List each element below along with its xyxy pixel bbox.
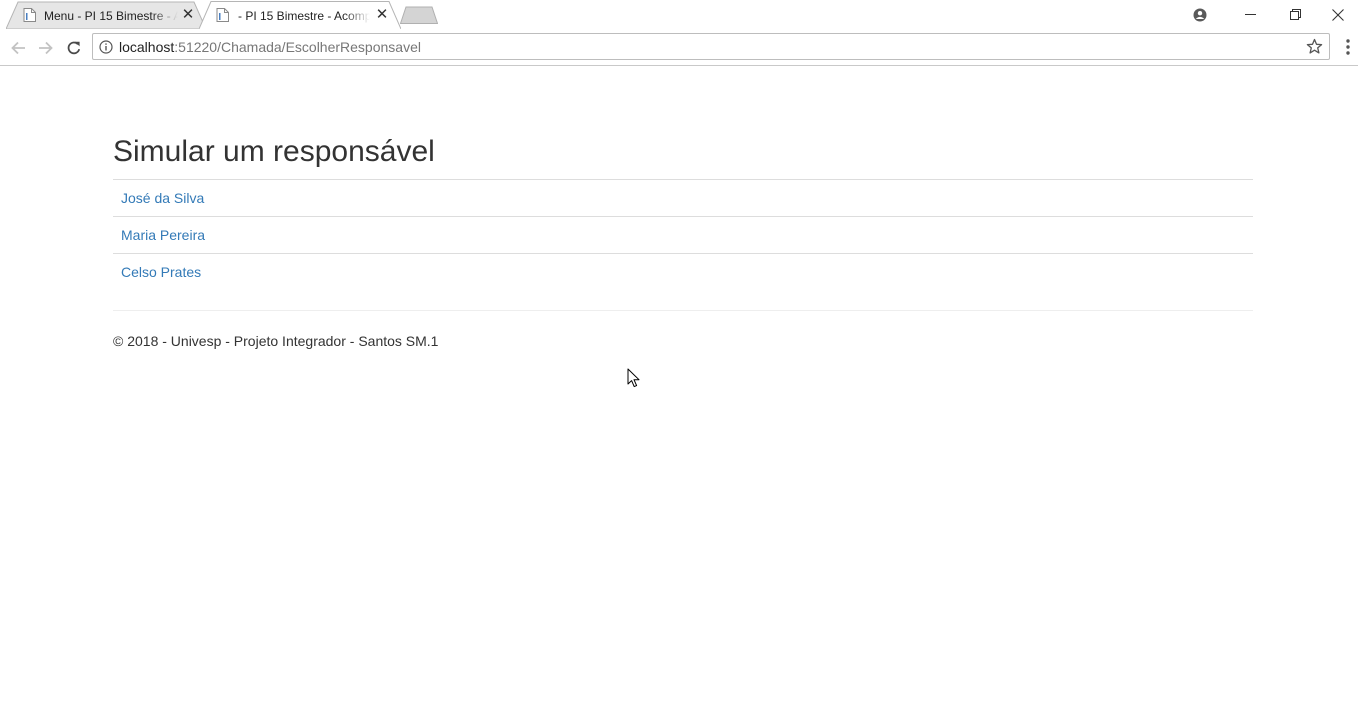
close-window-button[interactable] <box>1318 0 1358 29</box>
tab-title: - PI 15 Bimestre - Acomp <box>238 9 370 23</box>
restore-button[interactable] <box>1272 0 1318 29</box>
close-icon <box>1332 8 1344 21</box>
table-row: Maria Pereira <box>113 217 1253 254</box>
document-icon <box>216 8 229 22</box>
tab-strip: Menu - PI 15 Bimestre - A ✕ - PI 15 Bime… <box>0 0 1358 29</box>
mouse-cursor-icon <box>627 368 640 388</box>
address-bar[interactable]: localhost:51220/Chamada/EscolherResponsa… <box>92 33 1330 60</box>
page-title: Simular um responsável <box>113 135 435 168</box>
url-host: localhost <box>119 39 175 55</box>
close-icon[interactable]: ✕ <box>375 7 389 22</box>
tab-menu[interactable]: Menu - PI 15 Bimestre - A ✕ <box>6 1 206 29</box>
arrow-right-icon <box>39 41 53 55</box>
footer-text: © 2018 - Univesp - Projeto Integrador - … <box>113 333 439 349</box>
tab-acompanhamento[interactable]: - PI 15 Bimestre - Acomp ✕ <box>199 1 401 29</box>
profile-icon[interactable] <box>1178 0 1222 29</box>
responsavel-link[interactable]: Maria Pereira <box>121 227 205 243</box>
tab-title: Menu - PI 15 Bimestre - A <box>44 9 178 23</box>
close-icon[interactable]: ✕ <box>181 7 195 22</box>
minimize-button[interactable] <box>1227 0 1273 29</box>
back-button[interactable] <box>6 36 30 60</box>
forward-button[interactable] <box>34 36 58 60</box>
browser-toolbar: localhost:51220/Chamada/EscolherResponsa… <box>0 29 1358 66</box>
table-row: Celso Prates <box>113 254 1253 291</box>
info-icon[interactable] <box>99 40 113 54</box>
responsavel-link[interactable]: Celso Prates <box>121 264 201 280</box>
url-path: :51220/Chamada/EscolherResponsavel <box>174 39 421 55</box>
table-row: José da Silva <box>113 180 1253 217</box>
minimize-icon <box>1244 14 1256 15</box>
document-icon <box>23 8 36 22</box>
restore-icon <box>1289 9 1301 20</box>
reload-icon <box>67 41 81 55</box>
arrow-left-icon <box>11 41 25 55</box>
footer-divider <box>113 310 1253 311</box>
url-text: localhost:51220/Chamada/EscolherResponsa… <box>119 39 421 55</box>
responsavel-link[interactable]: José da Silva <box>121 190 204 206</box>
more-vert-icon[interactable] <box>1340 37 1356 57</box>
reload-button[interactable] <box>62 36 86 60</box>
bookmark-star-icon[interactable] <box>1306 38 1323 55</box>
new-tab-button[interactable] <box>400 6 438 24</box>
responsaveis-table: José da Silva Maria Pereira Celso Prates <box>113 179 1253 291</box>
